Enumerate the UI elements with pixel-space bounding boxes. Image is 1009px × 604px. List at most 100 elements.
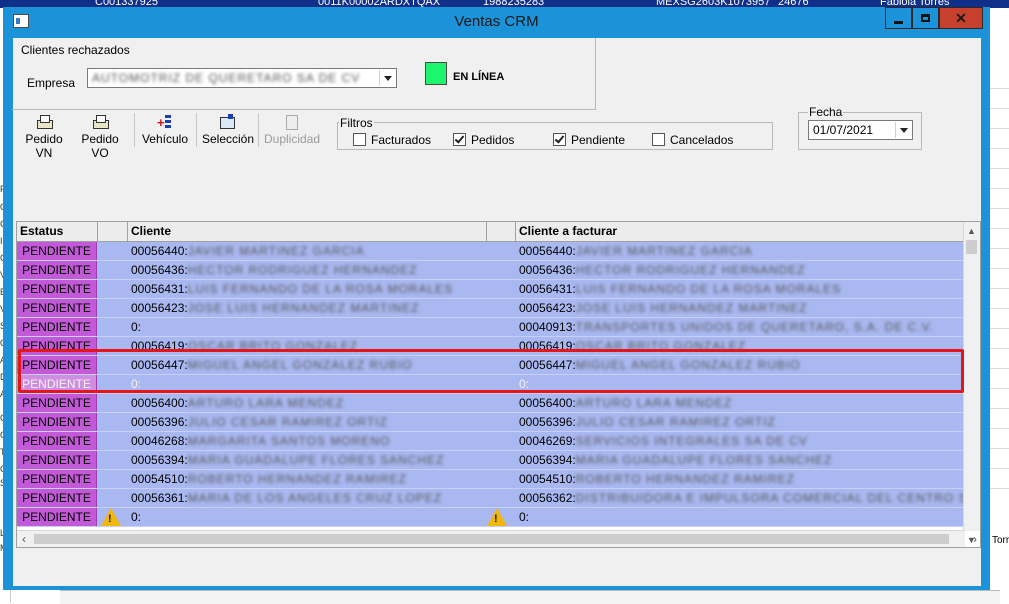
pedido-vo-button[interactable]: Pedido VO — [72, 110, 128, 160]
cliente-facturar-cell: 00056394:MARIA GUADALUPE FLORES SANCHEZ — [515, 451, 963, 469]
pedido-vo-label: Pedido VO — [81, 132, 119, 160]
table-row[interactable]: PENDIENTE 0: 0:!! — [17, 508, 965, 527]
title-bar[interactable]: Ventas CRM ✕ — [3, 7, 990, 38]
checkbox-box[interactable] — [553, 133, 566, 146]
seleccion-label: Selección — [202, 132, 255, 146]
connection-status-indicator — [425, 62, 447, 85]
cliente-name: LUIS FERNANDO DE LA ROSA MORALES — [187, 282, 454, 296]
cliente-id: 0: — [131, 320, 142, 334]
cliente-facturar-cell: 00056362:DISTRIBUIDORA E IMPULSORA COMER… — [515, 489, 963, 507]
status-cell: PENDIENTE — [17, 470, 97, 488]
table-row[interactable]: PENDIENTE 00054510:ROBERTO HERNANDEZ RAMI… — [17, 470, 965, 489]
cliente-name: JULIO CESAR RAMIREZ ORTIZ — [187, 415, 388, 429]
checkbox-label: Cancelados — [670, 133, 734, 147]
cliente-name: MARGARITA SANTOS MORENO — [187, 434, 391, 448]
factura-name: TRANSPORTES UNIDOS DE QUERETARO, S.A. DE… — [575, 320, 934, 334]
checkbox-cancelados[interactable]: Cancelados — [652, 133, 733, 147]
cliente-id: 00056431: — [131, 282, 188, 296]
vehiculo-button[interactable]: Vehículo — [140, 110, 190, 150]
fecha-picker[interactable]: 01/07/2021 — [808, 120, 913, 140]
table-row[interactable]: PENDIENTE 00056394:MARIA GUADALUPE FLORES… — [17, 451, 965, 470]
scroll-up-icon[interactable]: ▲ — [967, 226, 976, 236]
cliente-id: 00056396: — [131, 415, 188, 429]
status-badge: PENDIENTE — [22, 301, 91, 315]
cliente-id: 00046268: — [131, 434, 188, 448]
factura-id: 00056396: — [519, 415, 576, 429]
factura-id: 00054510: — [519, 472, 576, 486]
cliente-facturar-cell: 00046269:SERVICIOS INTEGRALES SA DE CV — [515, 432, 963, 450]
duplicidad-button[interactable]: Duplicidad — [264, 110, 321, 150]
factura-id: 00040913: — [519, 320, 576, 334]
cliente-id: 00054510: — [131, 472, 188, 486]
factura-name: JULIO CESAR RAMIREZ ORTIZ — [575, 415, 776, 429]
minimize-icon — [894, 21, 903, 24]
cliente-cell: 0: — [127, 318, 482, 336]
cliente-facturar-cell: 00056440:JAVIER MARTINEZ GARCIA — [515, 242, 963, 260]
factura-name: DISTRIBUIDORA E IMPULSORA COMERCIAL DEL … — [575, 491, 963, 505]
cliente-name: JAVIER MARTINEZ GARCIA — [187, 244, 365, 258]
cliente-id: 00056361: — [131, 491, 188, 505]
horizontal-scrollbar[interactable]: ‹ › — [17, 530, 977, 547]
checkbox-label: Pendiente — [571, 133, 626, 147]
table-row[interactable]: PENDIENTE 00056400:ARTURO LARA MENDEZ 0005… — [17, 394, 965, 413]
factura-name: JAVIER MARTINEZ GARCIA — [575, 244, 753, 258]
checkbox-pedidos[interactable]: Pedidos — [453, 133, 514, 147]
status-badge: PENDIENTE — [22, 491, 91, 505]
factura-id: 00056362: — [519, 491, 576, 505]
cliente-cell: 0: — [127, 508, 482, 526]
factura-id: 00056423: — [519, 301, 576, 315]
vertical-scrollbar[interactable]: ▲ ▼ — [963, 222, 980, 545]
status-cell: PENDIENTE — [17, 508, 97, 526]
checkbox-box[interactable] — [353, 133, 366, 146]
minimize-button[interactable] — [885, 7, 912, 29]
grid-header: Estatus Cliente Cliente a facturar — [17, 222, 965, 242]
status-cell: PENDIENTE — [17, 394, 97, 412]
checkbox-pendiente[interactable]: Pendiente — [553, 133, 625, 147]
empresa-select[interactable]: AUTOMOTRIZ DE QUERETARO SA DE CV — [87, 68, 397, 88]
chevron-down-icon[interactable] — [895, 122, 911, 138]
empresa-label: Empresa — [27, 76, 76, 90]
column-header-blank[interactable] — [487, 222, 516, 241]
filtros-title: Filtros — [339, 116, 374, 130]
cliente-name: MARIA GUADALUPE FLORES SANCHEZ — [187, 453, 445, 467]
status-badge: PENDIENTE — [22, 282, 91, 296]
factura-id: 00056394: — [519, 453, 576, 467]
maximize-button[interactable] — [912, 7, 939, 29]
scroll-thumb[interactable] — [34, 534, 949, 544]
checkbox-box[interactable] — [652, 133, 665, 146]
column-header-estatus[interactable]: Estatus — [17, 222, 98, 241]
table-row[interactable]: PENDIENTE 00056440:JAVIER MARTINEZ GARCIA… — [17, 242, 965, 261]
pedido-vn-button[interactable]: Pedido VN — [18, 110, 70, 160]
cliente-id: 00056440: — [131, 244, 188, 258]
cliente-cell: 00056436:HECTOR RODRIGUEZ HERNANDEZ — [127, 261, 482, 279]
cliente-facturar-cell: 0: — [515, 508, 963, 526]
table-row[interactable]: PENDIENTE 00046268:MARGARITA SANTOS MOREN… — [17, 432, 965, 451]
warning-icon: ! — [487, 508, 507, 526]
close-button[interactable]: ✕ — [939, 7, 983, 29]
cliente-cell: 00056394:MARIA GUADALUPE FLORES SANCHEZ — [127, 451, 482, 469]
cliente-id: 00056423: — [131, 301, 188, 315]
duplicidad-label: Duplicidad — [264, 132, 321, 146]
column-header-cliente-facturar[interactable]: Cliente a facturar — [516, 222, 965, 241]
table-row[interactable]: PENDIENTE 00056396:JULIO CESAR RAMIREZ OR… — [17, 413, 965, 432]
empresa-value: AUTOMOTRIZ DE QUERETARO SA DE CV — [92, 71, 361, 85]
table-row[interactable]: PENDIENTE 00056423:JOSE LUIS HERNANDEZ MA… — [17, 299, 965, 318]
column-header-blank[interactable] — [98, 222, 128, 241]
pedido-vn-label: Pedido VN — [25, 132, 63, 160]
factura-id: 0: — [519, 510, 530, 524]
column-header-cliente[interactable]: Cliente — [128, 222, 487, 241]
cliente-facturar-cell: 00056400:ARTURO LARA MENDEZ — [515, 394, 963, 412]
table-row[interactable]: PENDIENTE 00056431:LUIS FERNANDO DE LA RO… — [17, 280, 965, 299]
chevron-down-icon[interactable] — [379, 70, 395, 86]
status-cell: PENDIENTE — [17, 261, 97, 279]
scroll-thumb[interactable] — [966, 240, 977, 254]
scroll-right-icon[interactable]: › — [973, 532, 977, 546]
table-row[interactable]: PENDIENTE 0: 00040913:TRANSPORTES UNIDOS D… — [17, 318, 965, 337]
checkbox-box[interactable] — [453, 133, 466, 146]
cliente-cell: 00056400:ARTURO LARA MENDEZ — [127, 394, 482, 412]
table-row[interactable]: PENDIENTE 00056436:HECTOR RODRIGUEZ HERNA… — [17, 261, 965, 280]
checkbox-facturados[interactable]: Facturados — [353, 133, 431, 147]
table-row[interactable]: PENDIENTE 00056361:MARIA DE LOS ANGELES C… — [17, 489, 965, 508]
scroll-left-icon[interactable]: ‹ — [22, 532, 26, 546]
seleccion-button[interactable]: Selección — [202, 110, 255, 150]
